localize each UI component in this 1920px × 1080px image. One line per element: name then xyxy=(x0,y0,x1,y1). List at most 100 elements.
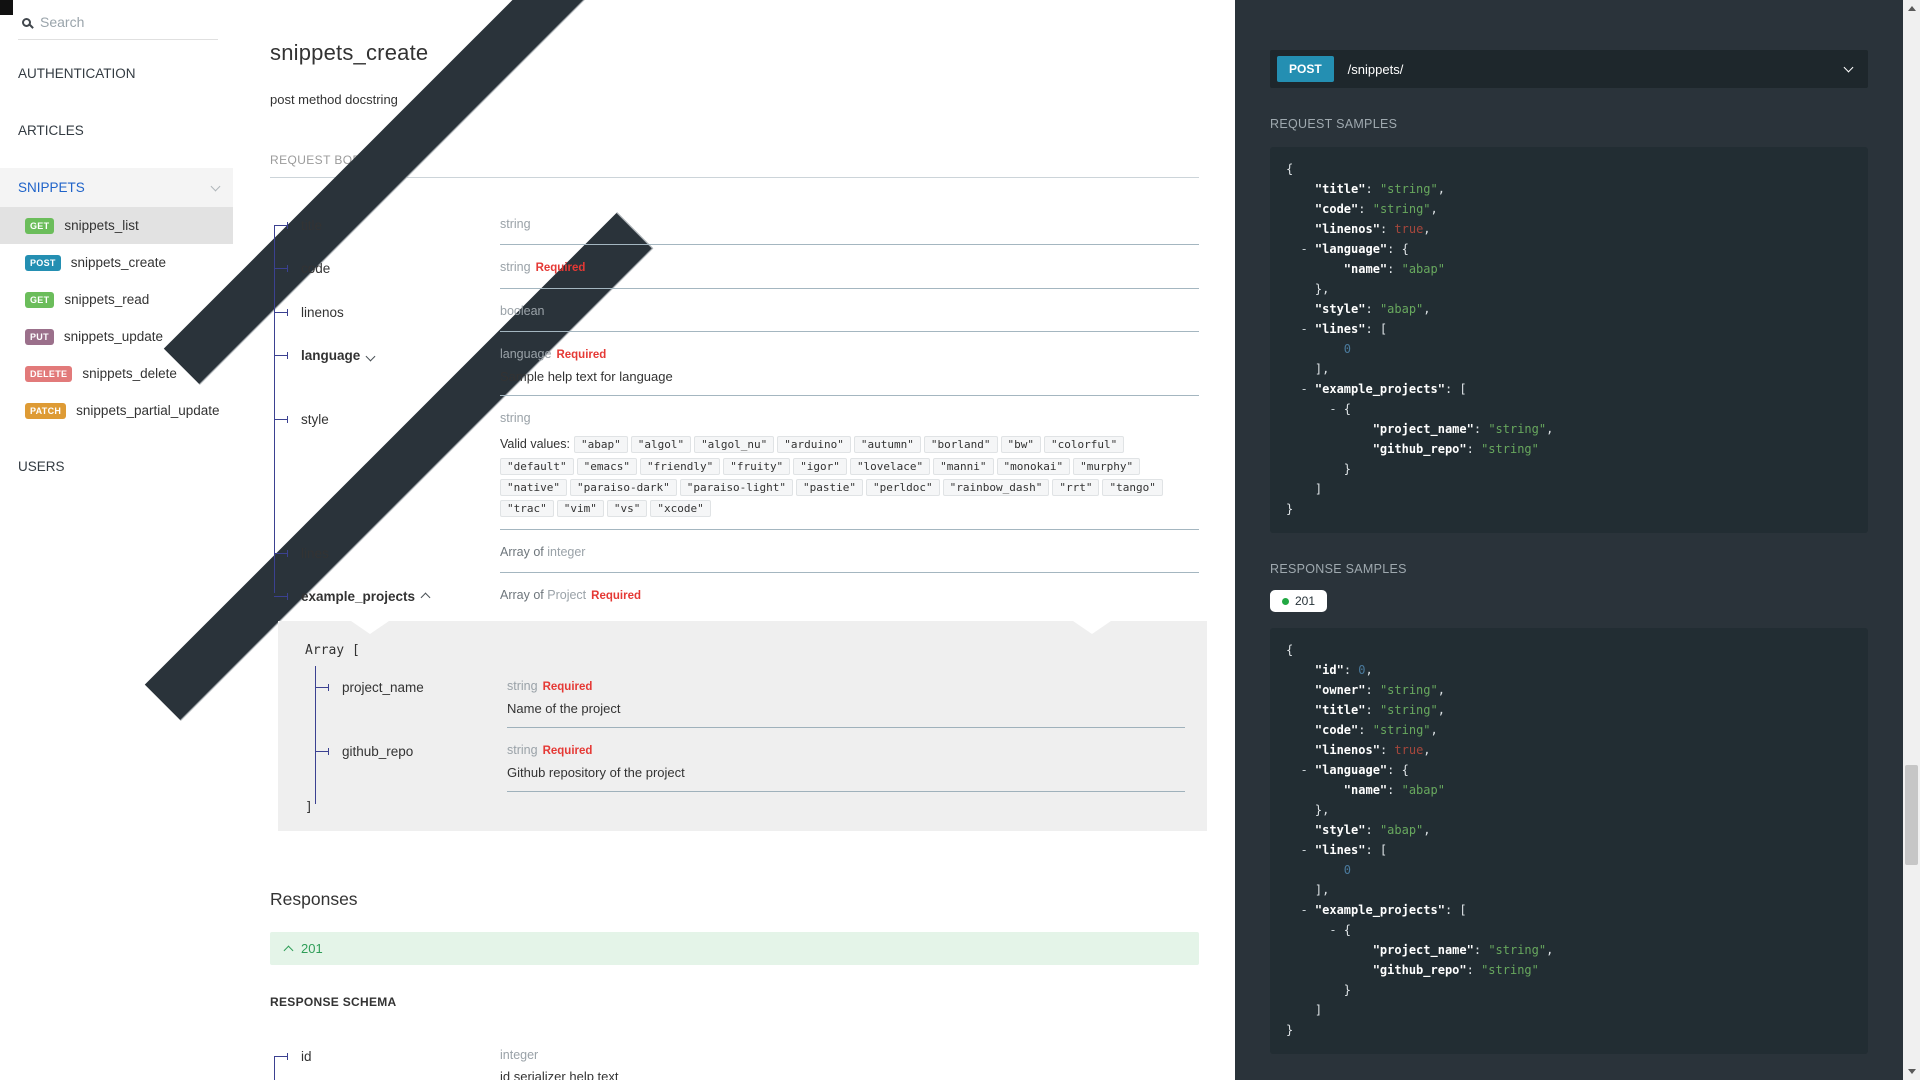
field-details: string Required Github repository of the p… xyxy=(507,742,1185,792)
type-name: string xyxy=(507,679,538,693)
field-type: string Required xyxy=(500,259,1199,277)
enum-value-chip: "igor" xyxy=(793,458,847,475)
required-flag: Required xyxy=(556,349,607,361)
field-row-linenos: linenos boolean xyxy=(270,303,1199,332)
section-label: ARTICLES xyxy=(18,123,84,138)
responses-heading: Responses xyxy=(270,889,358,909)
field-type: boolean xyxy=(500,303,1199,320)
field-details: string Valid values: "abap" "algol" "algol_n… xyxy=(500,410,1199,530)
array-close-bracket: ] xyxy=(305,800,313,815)
method-badge-put: PUT xyxy=(25,328,54,345)
http-method-badge: POST xyxy=(1277,56,1334,82)
enum-value-chip: "monokai" xyxy=(996,458,1071,475)
field-name-code: code xyxy=(270,259,500,289)
method-badge-get: GET xyxy=(25,217,55,234)
search-icon xyxy=(22,17,31,27)
enum-value-chip: "abap" xyxy=(573,436,628,453)
field-details: string Required xyxy=(500,259,1199,289)
field-name-title: title xyxy=(270,216,500,245)
type-name: Project xyxy=(547,588,587,602)
type-name: string xyxy=(500,260,531,274)
field-name-label: linenos xyxy=(301,305,344,320)
operation-label: snippets_partial_update xyxy=(76,403,220,418)
enum-value-chip: "colorful" xyxy=(1044,436,1125,453)
chevron-down-icon xyxy=(210,181,221,191)
scrollbar-down-arrow[interactable] xyxy=(1903,1063,1920,1080)
enum-value-chip: "xcode" xyxy=(650,500,711,517)
field-row-code: code string Required xyxy=(270,259,1199,289)
enum-value-chip: "vs" xyxy=(606,500,648,517)
enum-value-chip: "paraiso-light" xyxy=(679,479,794,496)
scrollbar-up-arrow[interactable] xyxy=(1903,0,1920,17)
chevron-down-icon xyxy=(1843,62,1854,73)
field-name-linenos: linenos xyxy=(270,303,500,332)
enum-value-chip: "default" xyxy=(500,458,574,475)
field-details: Array of Project Required xyxy=(500,587,1199,605)
field-name-style: style xyxy=(270,410,500,530)
field-name-example_projects[interactable]: example_projects xyxy=(270,587,500,605)
field-type: language Required xyxy=(500,346,1199,364)
enum-value-chip: "vim" xyxy=(556,500,604,517)
sidebar-item-authentication[interactable]: AUTHENTICATION xyxy=(0,54,233,93)
section-label: USERS xyxy=(18,459,65,474)
request-body-fields: title string code string Required linenos bool… xyxy=(270,216,1199,605)
enum-value-chip: "paraiso-dark" xyxy=(569,479,677,496)
panel-notch xyxy=(351,621,389,634)
type-name: string xyxy=(500,411,531,425)
field-details: Array of integer xyxy=(500,544,1199,573)
search-input[interactable] xyxy=(40,14,190,30)
operation-label: snippets_read xyxy=(64,292,150,307)
method-badge-get: GET xyxy=(25,291,55,308)
scrollbar-thumb[interactable] xyxy=(1905,765,1918,865)
field-help-text: id serializer help text xyxy=(500,1069,619,1080)
section-label: SNIPPETS xyxy=(18,180,85,195)
search-box[interactable] xyxy=(18,0,218,40)
required-flag: Required xyxy=(535,262,586,274)
field-name-label: project_name xyxy=(342,680,424,695)
redoc-page: AUTHENTICATION ARTICLES SNIPPETS GET snip… xyxy=(0,0,1920,1080)
enum-value-chip: "algol_nu" xyxy=(694,436,775,453)
required-flag: Required xyxy=(542,681,593,693)
field-row-github_repo: github_repo string Required Github reposito… xyxy=(311,742,1185,792)
enum-value-chip: "friendly" xyxy=(639,458,721,475)
sidebar-item-articles[interactable]: ARTICLES xyxy=(0,0,672,385)
type-name: language xyxy=(500,347,552,361)
enum-value-chip: "algol" xyxy=(630,436,692,453)
chevron-up-icon xyxy=(283,945,294,955)
field-row-title: title string xyxy=(270,216,1199,245)
field-row-language: language language Required Sample help text… xyxy=(270,346,1199,396)
chevron-up-icon xyxy=(420,592,431,603)
field-type: string Required xyxy=(507,742,1185,760)
field-name-id: id xyxy=(270,1047,500,1080)
type-prefix: Array of xyxy=(500,545,548,559)
field-type: Array of Project Required xyxy=(500,587,1199,605)
response-sample-tab-201[interactable]: 201 xyxy=(1270,590,1328,612)
field-name-label: lines xyxy=(301,546,329,561)
array-open-bracket: Array [ xyxy=(305,643,360,658)
type-name: integer xyxy=(500,1048,539,1062)
field-type: string xyxy=(500,410,1199,427)
sidebar-item-snippets_create[interactable]: POST snippets_create xyxy=(0,244,233,281)
operation-label: snippets_list xyxy=(64,218,139,233)
sidebar-item-snippets_list[interactable]: GET snippets_list xyxy=(0,207,233,244)
array-item-fields: project_name string Required Name of the pr… xyxy=(311,666,1185,804)
sidebar-item-snippets_partial_update[interactable]: PATCH snippets_partial_update xyxy=(0,392,233,429)
enum-value-chip: "rrt" xyxy=(1052,479,1100,496)
endpoint-path: /snippets/ xyxy=(1347,61,1404,77)
field-name-language[interactable]: language xyxy=(270,346,500,396)
request-sample-code: { "title": "string", "code": "string", "… xyxy=(1270,147,1868,533)
enum-value-chip: "perldoc" xyxy=(866,479,940,496)
sidebar-item-snippets[interactable]: SNIPPETS xyxy=(0,168,233,207)
field-name-label: id xyxy=(301,1049,312,1064)
field-type: Array of integer xyxy=(500,544,1199,561)
operation-label: snippets_delete xyxy=(82,366,177,381)
response-tab-code: 201 xyxy=(1295,594,1316,608)
field-name-project_name: project_name xyxy=(311,678,507,728)
page-scrollbar[interactable] xyxy=(1903,0,1920,1080)
sidebar-item-users[interactable]: USERS xyxy=(0,212,653,721)
method-badge-patch: PATCH xyxy=(25,402,67,419)
valid-values-label: Valid values: xyxy=(500,437,570,451)
endpoint-dropdown[interactable]: POST /snippets/ xyxy=(1270,50,1868,88)
response-201-banner[interactable]: 201 xyxy=(270,932,1199,965)
type-name: string xyxy=(500,217,531,231)
